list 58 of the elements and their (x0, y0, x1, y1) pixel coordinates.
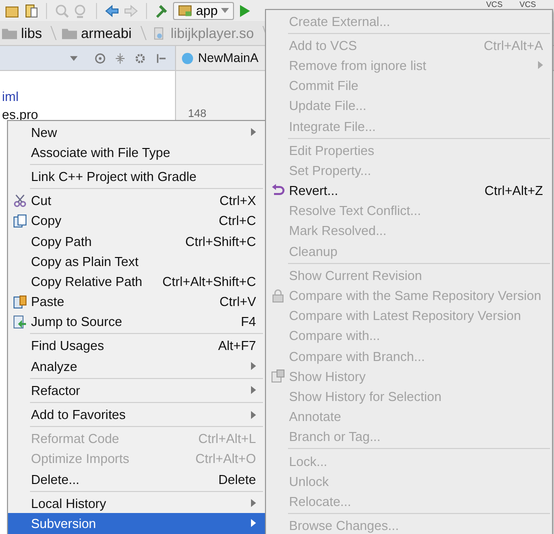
document-icon[interactable] (23, 2, 39, 18)
menu-item[interactable]: Find Usages Alt+F7 (8, 336, 265, 356)
menu-item[interactable]: Delete... Delete (8, 469, 265, 490)
shortcut-label: Ctrl+C (218, 213, 256, 228)
shortcut-label: Alt+F7 (218, 338, 256, 354)
caret-icon[interactable] (70, 56, 78, 60)
hammer-icon[interactable] (154, 2, 170, 18)
menu-item[interactable]: Copy Relative Path Ctrl+Alt+Shift+C (8, 271, 265, 292)
menu-item[interactable]: Analyze (8, 356, 265, 376)
menu-item[interactable]: Subversion (8, 513, 265, 534)
menu-item[interactable]: Add to Favorites (8, 404, 265, 425)
run-configuration-dropdown[interactable]: app (173, 2, 234, 20)
menu-item[interactable]: Paste Ctrl+V (8, 292, 265, 312)
menu-item[interactable]: New (8, 122, 265, 142)
folder-icon (62, 26, 78, 40)
tree-item[interactable]: es.pro (0, 107, 38, 123)
line-number: 148 (187, 108, 206, 120)
shortcut-label: Ctrl+Alt+O (195, 451, 256, 466)
shortcut-label: Delete (218, 472, 256, 487)
shortcut-label: Ctrl+Alt+Z (484, 183, 543, 198)
caret-icon (220, 8, 229, 13)
menu-item[interactable]: Jump to Source F4 (8, 312, 265, 332)
pin-icon[interactable] (154, 52, 167, 64)
breadcrumb-item[interactable]: armeabi (62, 25, 132, 41)
class-icon (180, 52, 195, 64)
menu-item[interactable]: Revert... Ctrl+Alt+Z (266, 180, 552, 201)
settings-icon[interactable] (134, 52, 147, 64)
menu-item[interactable]: Cut Ctrl+X (8, 190, 265, 211)
menu-item[interactable]: Link C++ Project with Gradle (8, 166, 265, 187)
editor-tab[interactable]: NewMainA (176, 51, 262, 65)
shortcut-label: Ctrl+Shift+C (185, 234, 256, 249)
menu-item[interactable]: Copy Ctrl+C (8, 210, 265, 231)
shortcut-label: Ctrl+Alt+L (198, 431, 256, 446)
folder-icon (2, 26, 17, 40)
jump-arrow-icon (12, 314, 26, 329)
shortcut-label: Ctrl+X (220, 193, 256, 208)
menu-item[interactable]: Copy Path Ctrl+Shift+C (8, 230, 265, 252)
lock-icon (270, 288, 284, 303)
vcs-label[interactable]: VCS (486, 0, 503, 9)
shortcut-label: Ctrl+Alt+A (484, 38, 543, 53)
shortcut-label: Ctrl+V (220, 294, 256, 310)
breadcrumb-item[interactable]: libs (2, 25, 42, 41)
vcs-label[interactable]: VCS (520, 0, 536, 9)
module-icon (178, 3, 193, 18)
scissors-icon (12, 194, 26, 208)
target-icon[interactable] (94, 52, 106, 64)
back-arrow-icon[interactable] (104, 2, 120, 18)
undo-arrow-icon (270, 184, 284, 198)
copy-icon (12, 214, 26, 228)
shortcut-label: F4 (240, 314, 256, 330)
shortcut-label: Ctrl+Alt+Shift+C (162, 274, 256, 289)
breadcrumb-item[interactable]: libijkplayer.so (152, 25, 254, 41)
menu-item[interactable]: Refactor (8, 380, 265, 400)
menu-item[interactable]: Associate with File Type (8, 142, 265, 162)
tree-item[interactable]: iml (0, 89, 19, 105)
menu-item[interactable]: Local History (8, 493, 265, 514)
menu-item[interactable]: Copy as Plain Text (8, 251, 265, 272)
paste-icon (12, 294, 26, 309)
